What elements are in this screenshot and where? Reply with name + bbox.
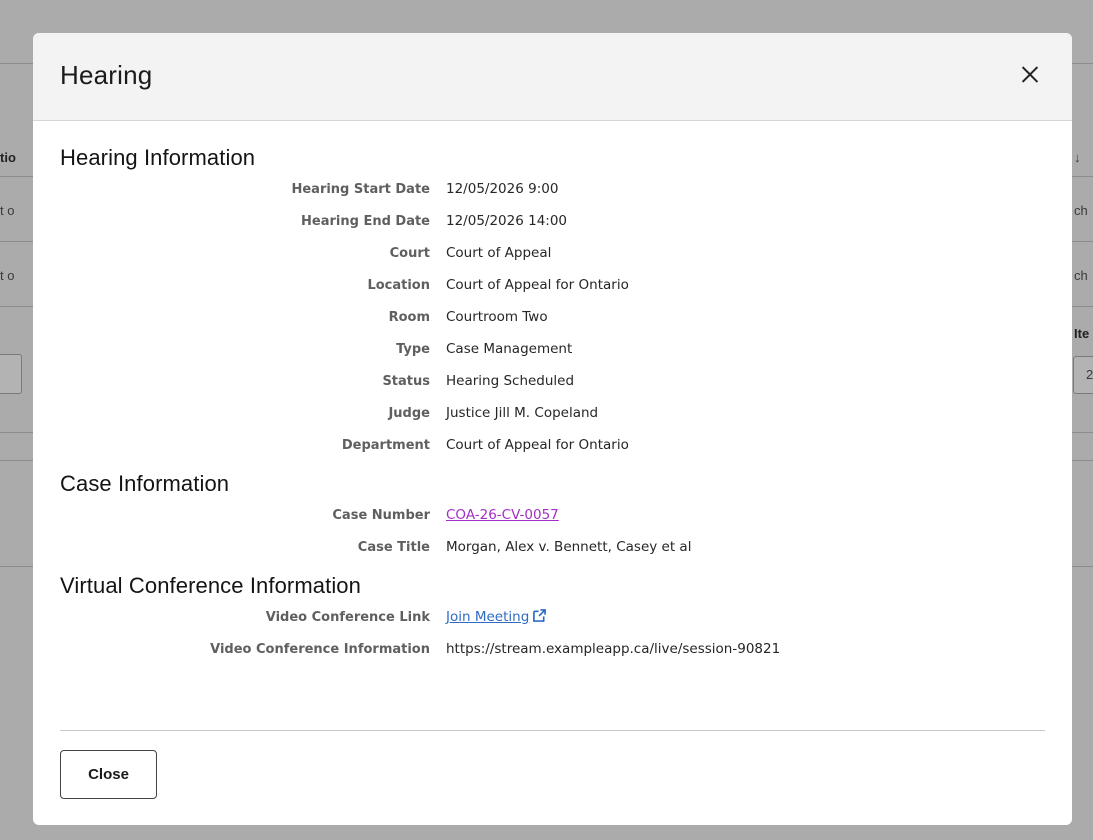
info-row: Location Court of Appeal for Ontario — [60, 269, 1045, 301]
row-label: Judge — [388, 405, 430, 421]
row-label: Case Number — [332, 507, 430, 523]
row-label: Court — [389, 245, 430, 261]
close-icon[interactable] — [1016, 61, 1044, 89]
footer-divider — [60, 730, 1045, 731]
info-row: Department Court of Appeal for Ontario — [60, 429, 1045, 461]
row-label: Video Conference Link — [265, 609, 430, 625]
row-label: Room — [388, 309, 430, 325]
join-meeting-link[interactable]: Join Meeting — [446, 609, 547, 625]
modal-header: Hearing — [33, 33, 1072, 121]
row-value: Court of Appeal for Ontario — [446, 437, 629, 453]
case-number-link[interactable]: COA-26-CV-0057 — [446, 507, 559, 523]
info-row: Type Case Management — [60, 333, 1045, 365]
section-title-hearing: Hearing Information — [60, 145, 256, 170]
background-divider — [1072, 63, 1093, 64]
background-divider — [1072, 176, 1093, 177]
row-label: Hearing Start Date — [291, 181, 430, 197]
info-row: Room Courtroom Two — [60, 301, 1045, 333]
info-row: Judge Justice Jill M. Copeland — [60, 397, 1045, 429]
background-divider — [1072, 432, 1093, 433]
hearing-modal: Hearing Hearing Information Hearing Star… — [33, 33, 1072, 825]
background-divider — [1072, 460, 1093, 461]
info-row: Hearing Start Date 12/05/2026 9:00 — [60, 173, 1045, 205]
row-value: Courtroom Two — [446, 309, 548, 325]
background-text: t o — [0, 268, 15, 283]
row-label: Location — [367, 277, 430, 293]
background-text: Ite — [1074, 326, 1090, 341]
join-meeting-label: Join Meeting — [446, 609, 530, 625]
info-row-video-link: Video Conference Link Join Meeting — [60, 601, 1045, 633]
row-value: https://stream.exampleapp.ca/live/sessio… — [446, 641, 781, 657]
background-divider — [0, 306, 33, 307]
info-row-case-number: Case Number COA-26-CV-0057 — [60, 499, 1045, 531]
row-label: Case Title — [357, 539, 430, 555]
modal-title: Hearing — [60, 60, 153, 90]
row-label: Department — [341, 437, 430, 453]
row-value: 12/05/2026 14:00 — [446, 213, 568, 229]
background-divider — [1072, 566, 1093, 567]
background-divider — [0, 63, 33, 64]
external-link-icon — [533, 609, 547, 622]
info-row-video-info: Video Conference Information https://str… — [60, 633, 1045, 665]
background-text: t o — [0, 203, 15, 218]
row-label: Type — [396, 341, 430, 357]
row-value: Justice Jill M. Copeland — [446, 405, 599, 421]
background-divider — [1072, 306, 1093, 307]
row-value: COA-26-CV-0057 — [446, 507, 559, 523]
info-row: Court Court of Appeal — [60, 237, 1045, 269]
row-value: Court of Appeal for Ontario — [446, 277, 629, 293]
row-label: Hearing End Date — [301, 213, 430, 229]
background-divider — [0, 241, 33, 242]
modal-body: Hearing Information Hearing Start Date 12… — [60, 143, 1045, 665]
background-divider — [0, 566, 33, 567]
row-label: Video Conference Information — [210, 641, 430, 657]
row-value: Court of Appeal — [446, 245, 552, 261]
row-value: Case Management — [446, 341, 573, 357]
background-divider — [0, 176, 33, 177]
row-value: Hearing Scheduled — [446, 373, 575, 389]
hearing-info-list: Hearing Start Date 12/05/2026 9:00 Hearing… — [60, 173, 1045, 461]
section-title-virtual: Virtual Conference Information — [60, 573, 361, 598]
background-divider — [0, 432, 33, 433]
background-divider — [0, 460, 33, 461]
background-text: ↓ — [1074, 150, 1081, 165]
background-text: 2 — [1086, 367, 1093, 382]
background-text: ch — [1074, 203, 1088, 218]
row-value: Morgan, Alex v. Bennett, Casey et al — [446, 539, 692, 555]
background-text: tio — [0, 150, 16, 165]
info-row: Hearing End Date 12/05/2026 14:00 — [60, 205, 1045, 237]
section-title-case: Case Information — [60, 471, 230, 496]
row-value: Join Meeting — [446, 609, 547, 625]
close-button[interactable]: Close — [60, 750, 157, 799]
case-info-list: Case Number COA-26-CV-0057 Case Title Mo… — [60, 499, 1045, 563]
row-label: Status — [382, 373, 430, 389]
background-divider — [1072, 241, 1093, 242]
row-value: 12/05/2026 9:00 — [446, 181, 559, 197]
info-row-case-title: Case Title Morgan, Alex v. Bennett, Case… — [60, 531, 1045, 563]
background-control — [0, 354, 22, 394]
info-row: Status Hearing Scheduled — [60, 365, 1045, 397]
background-text: ch — [1074, 268, 1088, 283]
virtual-info-list: Video Conference Link Join Meeting Video… — [60, 601, 1045, 665]
